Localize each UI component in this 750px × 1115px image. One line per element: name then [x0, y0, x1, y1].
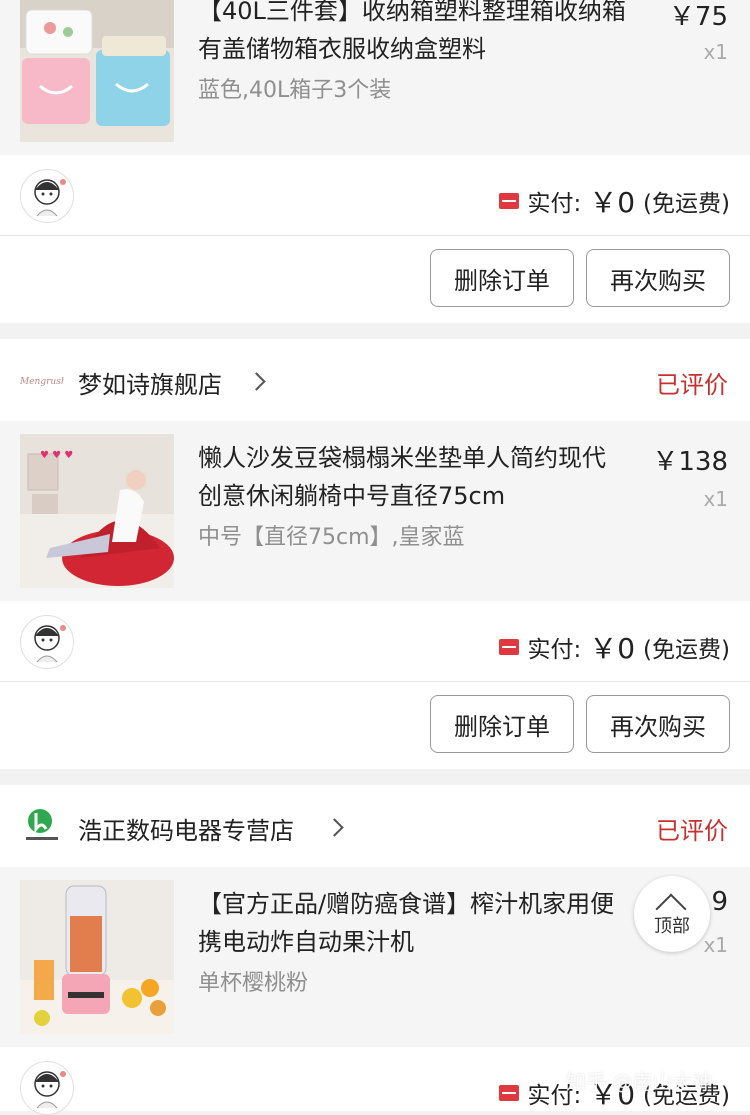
product-price: ￥138 — [652, 447, 728, 477]
back-to-top-button[interactable]: 顶部 — [634, 876, 710, 952]
svg-text:Mengrushi: Mengrushi — [20, 377, 64, 387]
product-title[interactable]: 懒人沙发豆袋榻榻米坐垫单人简约现代创意休闲躺椅中号直径75cm — [198, 439, 628, 515]
order-status: 已评价 — [656, 817, 728, 845]
user-avatar — [20, 615, 74, 669]
product-quantity: x1 — [703, 487, 728, 511]
order2-store-header[interactable]: Mengrushi 梦如诗旗舰店 已评价 — [0, 339, 750, 421]
product-title[interactable]: 【40L三件套】收纳箱塑料整理箱收纳箱有盖储物箱衣服收纳盒塑料 — [198, 0, 628, 68]
chevron-right-icon — [325, 818, 344, 837]
buy-again-button[interactable]: 再次购买 — [586, 249, 730, 307]
product-quantity: x1 — [703, 40, 728, 64]
order1-footer: 实付: ￥0 (免运费) 删除订单 再次购买 — [0, 155, 750, 323]
divider — [0, 681, 750, 682]
payment-summary: 实付: ￥0 (免运费) — [499, 627, 730, 667]
red-ticket-icon — [499, 639, 520, 655]
payment-amount: ￥0 — [589, 632, 636, 665]
store-name[interactable]: 梦如诗旗舰店 — [78, 365, 222, 400]
watermark: 知乎 @南山大神 — [566, 1070, 713, 1094]
svg-text:♥ ♥ ♥: ♥ ♥ ♥ — [40, 450, 73, 461]
order2-footer: 实付: ￥0 (免运费) 删除订单 再次购买 — [0, 601, 750, 769]
product-image-juicer[interactable] — [20, 880, 174, 1034]
red-ticket-icon — [499, 1085, 520, 1101]
order-status: 已评价 — [656, 371, 728, 399]
product-price: ￥75 — [668, 2, 728, 32]
product-attributes: 中号【直径75cm】,皇家蓝 — [198, 525, 465, 550]
chevron-right-icon — [247, 372, 266, 391]
red-ticket-icon — [499, 193, 520, 209]
store-logo — [22, 805, 62, 845]
payment-amount: ￥0 — [589, 186, 636, 219]
product-image-bean-bag[interactable]: ♥ ♥ ♥ — [20, 434, 174, 588]
order2-product-card[interactable]: ♥ ♥ ♥ 懒人沙发豆袋榻榻米坐垫单人简约现代创意休闲躺椅中号直径75cm 中号… — [0, 421, 750, 601]
product-price-partial: 9 — [711, 887, 728, 917]
delete-order-button[interactable]: 删除订单 — [430, 695, 574, 753]
store-logo: Mengrushi — [19, 371, 70, 389]
delete-order-button[interactable]: 删除订单 — [430, 249, 574, 307]
shipping-note: (免运费) — [643, 637, 730, 663]
payment-label: 实付: — [527, 637, 582, 663]
user-avatar — [20, 1061, 74, 1115]
divider — [0, 235, 750, 236]
shipping-note: (免运费) — [643, 191, 730, 217]
product-attributes: 单杯樱桃粉 — [198, 971, 309, 996]
order3-store-header[interactable]: 浩正数码电器专营店 已评价 — [0, 785, 750, 867]
order1-product-card[interactable]: 【40L三件套】收纳箱塑料整理箱收纳箱有盖储物箱衣服收纳盒塑料 蓝色,40L箱子… — [0, 0, 750, 155]
store-name[interactable]: 浩正数码电器专营店 — [78, 811, 294, 846]
buy-again-button[interactable]: 再次购买 — [586, 695, 730, 753]
product-attributes: 蓝色,40L箱子3个装 — [198, 78, 392, 103]
payment-summary: 实付: ￥0 (免运费) — [499, 181, 730, 221]
order3-product-card[interactable]: 【官方正品/赠防癌食谱】榨汁机家用便携电动炸自动果汁机 单杯樱桃粉 9 x1 — [0, 867, 750, 1047]
payment-label: 实付: — [527, 191, 582, 217]
product-title[interactable]: 【官方正品/赠防癌食谱】榨汁机家用便携电动炸自动果汁机 — [198, 885, 628, 961]
product-image-storage-boxes[interactable] — [20, 0, 174, 142]
user-avatar — [20, 169, 74, 223]
back-to-top-label: 顶部 — [654, 916, 690, 937]
